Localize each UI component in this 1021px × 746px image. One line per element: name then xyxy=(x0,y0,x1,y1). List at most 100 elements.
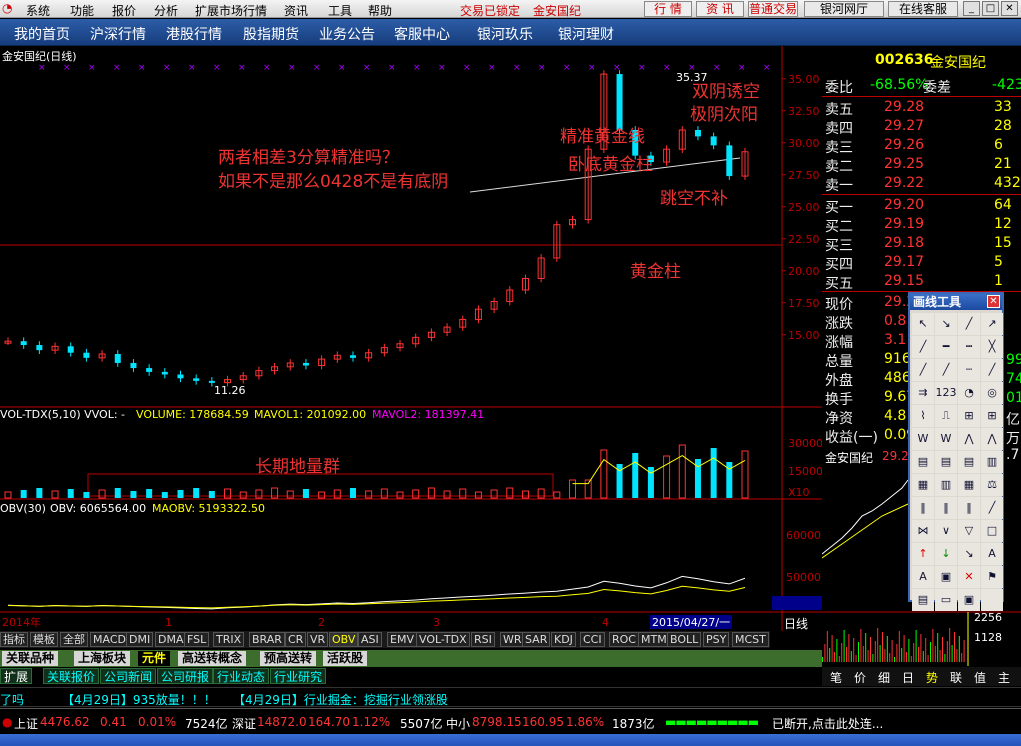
draw-tool-icon[interactable]: ▤ xyxy=(912,589,934,611)
draw-tool-icon[interactable]: ⎍ xyxy=(935,405,957,427)
nav-futures[interactable]: 股指期货 xyxy=(243,24,299,44)
draw-tool-close-icon[interactable]: ✕ xyxy=(987,295,1000,308)
draw-tool-icon[interactable]: ╱ xyxy=(981,497,1003,519)
indicator-tab[interactable]: ROC xyxy=(609,632,639,647)
indicator-tab[interactable]: MACD xyxy=(90,632,129,647)
draw-tool-icon[interactable]: ▦ xyxy=(912,474,934,496)
draw-tool-icon[interactable]: ✕ xyxy=(958,566,980,588)
indicator-tab[interactable]: VOL-TDX xyxy=(416,632,470,647)
menu-info[interactable]: 资讯 xyxy=(284,2,308,19)
draw-tool-icon[interactable]: ▥ xyxy=(935,474,957,496)
indicator-tab[interactable]: 指标 xyxy=(0,632,28,647)
draw-tool-icon[interactable]: ╱ xyxy=(981,359,1003,381)
indicator-tab[interactable]: OBV xyxy=(329,632,359,647)
kline-chart[interactable]: 35.00 32.50 30.00 27.50 25.00 22.50 20.00 17.50… xyxy=(0,46,822,631)
menu-analysis[interactable]: 分析 xyxy=(154,2,178,19)
nav-hk[interactable]: 港股行情 xyxy=(166,24,222,44)
marquee-item-0[interactable]: 了吗 xyxy=(0,691,24,708)
mini-tab[interactable]: 势 xyxy=(920,669,944,686)
mini-tab[interactable]: 日 xyxy=(896,669,920,686)
draw-tool-icon[interactable]: ┅ xyxy=(958,336,980,358)
draw-tool-icon[interactable]: ⇉ xyxy=(912,382,934,404)
indicator-tab[interactable]: BOLL xyxy=(667,632,702,647)
draw-tool-icon[interactable] xyxy=(981,589,1003,611)
draw-tool-icon[interactable]: ↘ xyxy=(958,543,980,565)
trade-button[interactable]: 普通交易 xyxy=(748,1,798,17)
draw-tool-icon[interactable]: ↗ xyxy=(981,313,1003,335)
draw-tool-icon[interactable]: ▦ xyxy=(958,474,980,496)
draw-tool-icon[interactable]: ‖ xyxy=(935,497,957,519)
minimize-icon[interactable]: _ xyxy=(963,1,980,16)
board-tab[interactable]: 高送转概念 xyxy=(178,651,247,666)
board-tab[interactable]: 上海板块 xyxy=(74,651,131,666)
menu-system[interactable]: 系统 xyxy=(26,2,50,19)
draw-tool-icon[interactable]: ━ xyxy=(935,336,957,358)
draw-tool-icon[interactable]: A xyxy=(912,566,934,588)
indicator-tab[interactable]: RSI xyxy=(471,632,495,647)
draw-tool-icon[interactable]: ⊞ xyxy=(981,405,1003,427)
nav-yinhe-finance[interactable]: 银河理财 xyxy=(558,24,614,44)
board-tab[interactable]: 关联品种 xyxy=(2,651,59,666)
mini-tab[interactable]: 价 xyxy=(848,669,872,686)
indicator-tab[interactable]: VR xyxy=(307,632,329,647)
mini-tab[interactable]: 细 xyxy=(872,669,896,686)
draw-tool-icon[interactable]: ▭ xyxy=(935,589,957,611)
online-service-button[interactable]: 在线客服 xyxy=(888,1,958,17)
draw-tool-icon[interactable]: ▤ xyxy=(912,451,934,473)
menu-extended-market[interactable]: 扩展市场行情 xyxy=(195,2,267,19)
sub-tab[interactable]: 公司研报 xyxy=(157,668,214,684)
draw-tool-icon[interactable]: W xyxy=(935,428,957,450)
sub-tab[interactable]: 行业研究 xyxy=(270,668,327,684)
nav-announcement[interactable]: 业务公告 xyxy=(319,24,375,44)
daily-line-tab[interactable]: 日线 xyxy=(784,615,808,632)
nav-yinhe-jiule[interactable]: 银河玖乐 xyxy=(477,24,533,44)
draw-tool-icon[interactable]: ⊞ xyxy=(958,405,980,427)
draw-tool-icon[interactable]: ▣ xyxy=(958,589,980,611)
indicator-tab[interactable]: CR xyxy=(285,632,307,647)
draw-tool-icon[interactable]: ⋀ xyxy=(981,428,1003,450)
draw-tool-icon[interactable]: ◔ xyxy=(958,382,980,404)
indicator-tab[interactable]: DMA xyxy=(155,632,187,647)
nav-service[interactable]: 客服中心 xyxy=(394,24,450,44)
nav-hushen[interactable]: 沪深行情 xyxy=(90,24,146,44)
board-tab[interactable]: 预高送转 xyxy=(260,651,317,666)
board-tab[interactable]: 活跃股 xyxy=(323,651,368,666)
draw-tool-icon[interactable]: ◎ xyxy=(981,382,1003,404)
draw-tool-icon[interactable]: ▣ xyxy=(935,566,957,588)
draw-tool-icon[interactable]: ▤ xyxy=(958,451,980,473)
quote-button[interactable]: 行 情 xyxy=(644,1,692,17)
board-tab[interactable]: 元件 xyxy=(138,651,171,666)
mini-tab[interactable]: 联 xyxy=(944,669,968,686)
draw-tool-icon[interactable]: ⚑ xyxy=(981,566,1003,588)
mini-tab[interactable]: 主 xyxy=(992,669,1016,686)
close-icon[interactable]: ✕ xyxy=(1001,1,1018,16)
draw-tool-icon[interactable]: ⚖ xyxy=(981,474,1003,496)
sub-tab[interactable]: 行业动态 xyxy=(213,668,270,684)
menu-help[interactable]: 帮助 xyxy=(368,2,392,19)
maximize-icon[interactable]: □ xyxy=(982,1,999,16)
sub-tab[interactable]: 公司新闻 xyxy=(100,668,157,684)
draw-tool-icon[interactable]: ╳ xyxy=(981,336,1003,358)
indicator-tab[interactable]: MCST xyxy=(732,632,769,647)
indicator-tab[interactable]: ASI xyxy=(358,632,382,647)
draw-tool-icon[interactable]: ↓ xyxy=(935,543,957,565)
draw-tool-icon[interactable]: ╱ xyxy=(935,359,957,381)
draw-tool-icon[interactable]: ⋀ xyxy=(958,428,980,450)
indicator-tab[interactable]: CCI xyxy=(580,632,605,647)
indicator-tab[interactable]: MTM xyxy=(638,632,670,647)
marquee-item-2[interactable]: 【4月29日】行业掘金：挖掘行业领涨股 xyxy=(233,691,448,708)
indicator-tab[interactable]: TRIX xyxy=(213,632,245,647)
menu-quote[interactable]: 报价 xyxy=(112,2,136,19)
draw-tool-icon[interactable]: ⌇ xyxy=(912,405,934,427)
draw-tool-icon[interactable]: A xyxy=(981,543,1003,565)
info-button[interactable]: 资 讯 xyxy=(696,1,744,17)
mini-tab[interactable]: 值 xyxy=(968,669,992,686)
draw-tool-icon[interactable]: ╱ xyxy=(912,359,934,381)
indicator-tab[interactable]: DMI xyxy=(126,632,154,647)
draw-tool-icon[interactable]: ▽ xyxy=(958,520,980,542)
draw-tool-icon[interactable]: W xyxy=(912,428,934,450)
sub-tab[interactable]: 关联报价 xyxy=(43,668,100,684)
indicator-tab[interactable]: 全部 xyxy=(60,632,88,647)
marquee-item-1[interactable]: 【4月29日】935放量！！！ xyxy=(62,691,216,708)
draw-tool-icon[interactable]: ⋈ xyxy=(912,520,934,542)
